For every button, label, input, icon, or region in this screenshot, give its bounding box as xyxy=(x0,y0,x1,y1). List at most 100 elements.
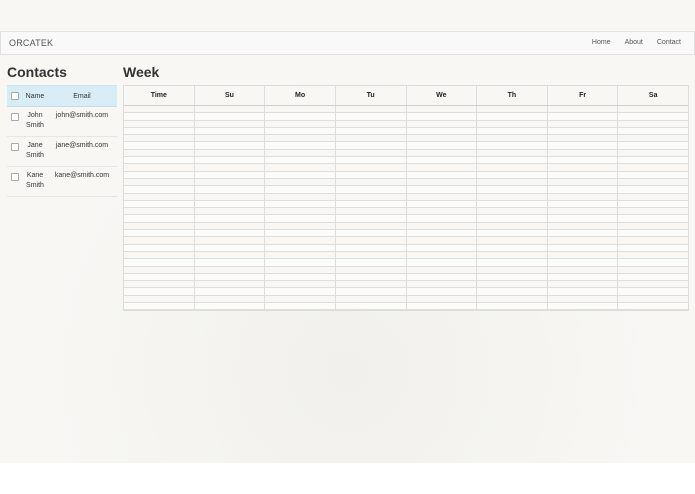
week-cell[interactable] xyxy=(618,230,688,236)
week-cell[interactable] xyxy=(265,186,336,193)
week-cell[interactable] xyxy=(477,230,548,237)
week-cell[interactable] xyxy=(477,106,548,113)
week-cell[interactable] xyxy=(336,244,407,251)
week-cell[interactable] xyxy=(124,222,195,230)
week-cell[interactable] xyxy=(407,142,478,149)
week-cell[interactable] xyxy=(265,222,336,230)
week-cell[interactable] xyxy=(195,171,266,178)
week-cell[interactable] xyxy=(618,186,688,192)
week-cell[interactable] xyxy=(618,113,688,119)
week-cell[interactable] xyxy=(124,230,195,237)
nav-home[interactable]: Home xyxy=(585,32,618,54)
week-cell[interactable] xyxy=(124,135,195,142)
week-cell[interactable] xyxy=(618,281,688,287)
week-cell[interactable] xyxy=(548,273,619,281)
week-cell[interactable] xyxy=(265,303,336,310)
week-cell[interactable] xyxy=(124,171,195,178)
week-cell[interactable] xyxy=(548,120,619,127)
week-cell[interactable] xyxy=(336,295,407,303)
week-cell[interactable] xyxy=(336,178,407,186)
week-cell[interactable] xyxy=(195,273,266,281)
week-cell[interactable] xyxy=(618,172,688,178)
week-cell[interactable] xyxy=(407,193,478,200)
week-cell[interactable] xyxy=(548,266,619,273)
week-cell[interactable] xyxy=(336,113,407,120)
week-cell[interactable] xyxy=(477,178,548,186)
week-cell[interactable] xyxy=(477,273,548,281)
week-cell[interactable] xyxy=(548,215,619,222)
week-cell[interactable] xyxy=(477,157,548,164)
week-cell[interactable] xyxy=(124,215,195,222)
week-cell[interactable] xyxy=(124,237,195,244)
week-cell[interactable] xyxy=(195,178,266,186)
week-cell[interactable] xyxy=(265,281,336,288)
week-cell[interactable] xyxy=(336,215,407,222)
week-cell[interactable] xyxy=(265,259,336,266)
week-cell[interactable] xyxy=(548,288,619,295)
week-cell[interactable] xyxy=(336,259,407,266)
week-cell[interactable] xyxy=(407,200,478,208)
week-cell[interactable] xyxy=(407,135,478,142)
week-cell[interactable] xyxy=(124,127,195,135)
week-cell[interactable] xyxy=(336,251,407,259)
week-cell[interactable] xyxy=(407,215,478,222)
week-cell[interactable] xyxy=(336,164,407,171)
week-cell[interactable] xyxy=(124,281,195,288)
week-cell[interactable] xyxy=(336,157,407,164)
week-cell[interactable] xyxy=(548,237,619,244)
select-all-checkbox[interactable] xyxy=(11,92,19,100)
week-cell[interactable] xyxy=(477,164,548,171)
week-cell[interactable] xyxy=(195,127,266,135)
week-cell[interactable] xyxy=(195,222,266,230)
week-cell[interactable] xyxy=(618,201,688,207)
week-cell[interactable] xyxy=(265,193,336,200)
week-cell[interactable] xyxy=(195,186,266,193)
week-cell[interactable] xyxy=(124,251,195,259)
week-cell[interactable] xyxy=(477,142,548,149)
week-cell[interactable] xyxy=(407,251,478,259)
week-cell[interactable] xyxy=(477,127,548,135)
week-cell[interactable] xyxy=(477,113,548,120)
week-cell[interactable] xyxy=(618,267,688,273)
week-cell[interactable] xyxy=(618,223,688,229)
week-cell[interactable] xyxy=(548,149,619,157)
week-cell[interactable] xyxy=(336,106,407,113)
week-cell[interactable] xyxy=(265,230,336,237)
week-cell[interactable] xyxy=(407,288,478,295)
week-cell[interactable] xyxy=(477,259,548,266)
week-cell[interactable] xyxy=(407,295,478,303)
week-cell[interactable] xyxy=(336,288,407,295)
week-cell[interactable] xyxy=(618,135,688,141)
week-cell[interactable] xyxy=(124,113,195,120)
week-cell[interactable] xyxy=(618,142,688,148)
week-cell[interactable] xyxy=(548,186,619,193)
week-cell[interactable] xyxy=(477,237,548,244)
week-cell[interactable] xyxy=(195,113,266,120)
week-cell[interactable] xyxy=(195,208,266,215)
week-cell[interactable] xyxy=(195,295,266,303)
week-cell[interactable] xyxy=(477,215,548,222)
week-cell[interactable] xyxy=(265,127,336,135)
week-cell[interactable] xyxy=(124,157,195,164)
week-cell[interactable] xyxy=(618,259,688,265)
week-cell[interactable] xyxy=(124,149,195,157)
week-cell[interactable] xyxy=(548,113,619,120)
week-cell[interactable] xyxy=(195,193,266,200)
week-cell[interactable] xyxy=(265,113,336,120)
week-cell[interactable] xyxy=(407,303,478,310)
week-cell[interactable] xyxy=(265,295,336,303)
week-cell[interactable] xyxy=(265,215,336,222)
week-cell[interactable] xyxy=(124,303,195,310)
week-cell[interactable] xyxy=(336,127,407,135)
week-cell[interactable] xyxy=(265,135,336,142)
week-cell[interactable] xyxy=(336,149,407,157)
week-cell[interactable] xyxy=(548,142,619,149)
week-cell[interactable] xyxy=(618,106,688,112)
week-cell[interactable] xyxy=(548,244,619,251)
week-cell[interactable] xyxy=(265,178,336,186)
nav-contact[interactable]: Contact xyxy=(650,32,694,54)
week-cell[interactable] xyxy=(336,142,407,149)
week-cell[interactable] xyxy=(407,281,478,288)
week-cell[interactable] xyxy=(548,171,619,178)
week-cell[interactable] xyxy=(618,252,688,258)
